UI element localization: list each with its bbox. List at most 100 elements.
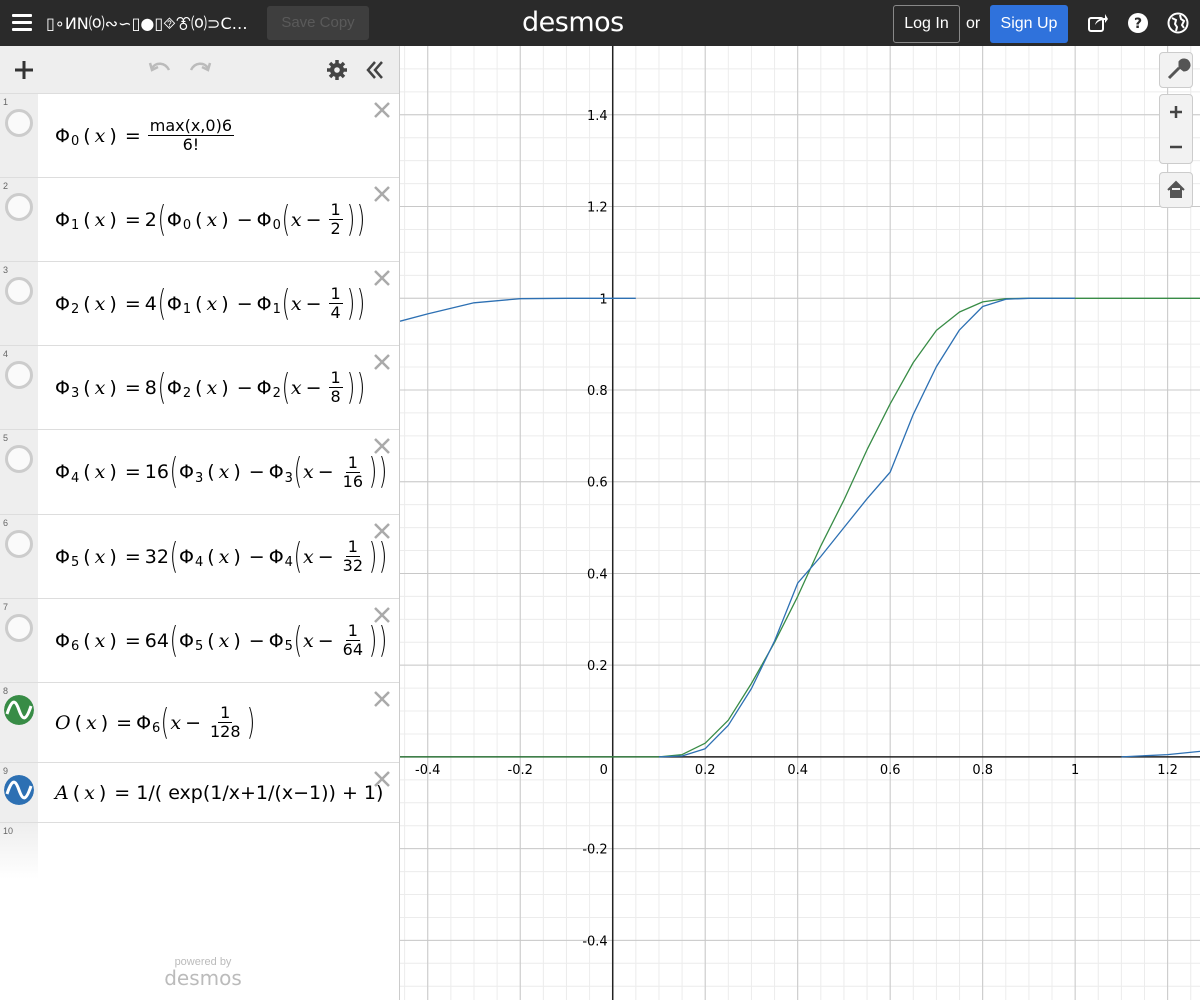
- graph-title[interactable]: ▯∘ИN⒪∾∽▯●▯⯑⯔⒪⊃C…: [46, 12, 256, 36]
- wrench-icon[interactable]: [1160, 53, 1192, 87]
- expression-number: 8: [3, 686, 9, 696]
- delete-expression-icon[interactable]: [373, 269, 391, 287]
- expression-row-6[interactable]: 6 Φ 5(x) = 32(Φ 4(x) − Φ 4(x −1 32)): [0, 515, 399, 599]
- svg-text:?: ?: [1134, 16, 1142, 32]
- graph-paper[interactable]: -0.4 -0.2 0 0.2 0.4 0.6 0.8 1 1.2 -0.4 -0.2 0.2 0.4 0…: [400, 46, 1200, 1000]
- top-bar: ▯∘ИN⒪∾∽▯●▯⯑⯔⒪⊃C… Save Copy desmos Log In…: [0, 0, 1200, 46]
- x-tick-label: 1: [1071, 763, 1079, 778]
- zoom-controls: [1159, 94, 1193, 164]
- expression-tab: 10: [0, 823, 38, 879]
- graph-canvas[interactable]: -0.4 -0.2 0 0.2 0.4 0.6 0.8 1 1.2 -0.4 -0.2 0.2 0.4 0…: [400, 46, 1200, 1000]
- visibility-toggle[interactable]: [5, 445, 33, 473]
- y-tick-label: 0.6: [587, 476, 608, 491]
- x-tick-label: -0.4: [415, 763, 440, 778]
- zoom-in-icon[interactable]: [1160, 95, 1192, 129]
- x-tick-label: 1.2: [1157, 763, 1178, 778]
- x-tick-label: 0.8: [972, 763, 993, 778]
- zoom-out-icon[interactable]: [1160, 130, 1192, 164]
- expression-tab: 1: [0, 94, 38, 177]
- collapse-panel-icon[interactable]: [363, 58, 387, 82]
- expression-math[interactable]: A(x) = 1/( exp(1/x+1/(x−1)) + 1): [55, 763, 383, 822]
- expression-row-1[interactable]: 1 Φ0 (x) = max(x,0)6 6!: [0, 94, 399, 178]
- expression-math[interactable]: Φ 1(x) = 2(Φ 0(x) − Φ 0(x −1 2)): [55, 178, 366, 261]
- y-tick-label: -0.4: [582, 934, 607, 949]
- y-tick-label: 0.4: [587, 567, 608, 582]
- expression-tab: 7: [0, 599, 38, 682]
- expression-tab: 6: [0, 515, 38, 598]
- expression-tab: 8: [0, 683, 38, 762]
- x-tick-label: 0.6: [880, 763, 901, 778]
- x-tick-label: -0.2: [508, 763, 533, 778]
- expression-number: 3: [3, 265, 9, 275]
- expression-row-5[interactable]: 5 Φ 4(x) = 16(Φ 3(x) − Φ 3(x −1 16)): [0, 430, 399, 515]
- expression-row-7[interactable]: 7 Φ 6(x) = 64(Φ 5(x) − Φ 5(x −1 64)): [0, 599, 399, 683]
- expression-number: 7: [3, 602, 9, 612]
- powered-by-desmos[interactable]: powered by desmos: [158, 956, 248, 988]
- expression-number: 5: [3, 433, 9, 443]
- delete-expression-icon[interactable]: [373, 353, 391, 371]
- expression-number: 1: [3, 97, 9, 107]
- visibility-toggle[interactable]: [5, 530, 33, 558]
- graph-settings: [1159, 52, 1193, 88]
- expression-math[interactable]: Φ0 (x) = max(x,0)6 6!: [55, 94, 237, 177]
- expression-row-3[interactable]: 3 Φ 2(x) = 4(Φ 1(x) − Φ 1(x −1 4)): [0, 262, 399, 346]
- gear-icon[interactable]: [325, 58, 349, 82]
- expression-row-8[interactable]: 8 O(x) = Φ 6(x −1 128): [0, 683, 399, 763]
- visibility-toggle[interactable]: [5, 361, 33, 389]
- visibility-toggle[interactable]: [5, 109, 33, 137]
- expression-math[interactable]: Φ 5(x) = 32(Φ 4(x) − Φ 4(x −1 32)): [55, 515, 388, 598]
- delete-expression-icon[interactable]: [373, 606, 391, 624]
- y-tick-label: 1.2: [587, 201, 608, 216]
- share-icon[interactable]: [1087, 12, 1109, 34]
- expression-math[interactable]: Φ 6(x) = 64(Φ 5(x) − Φ 5(x −1 64)): [55, 599, 388, 682]
- expression-list: 1 Φ0 (x) = max(x,0)6 6! 2 Φ 1(x) = 2(Φ 0(x): [0, 94, 399, 879]
- menu-icon[interactable]: [12, 14, 32, 32]
- expression-number: 9: [3, 766, 9, 776]
- redo-icon[interactable]: [188, 58, 212, 82]
- expression-math[interactable]: Φ 2(x) = 4(Φ 1(x) − Φ 1(x −1 4)): [55, 262, 366, 345]
- y-tick-label: 1: [599, 292, 607, 307]
- globe-icon[interactable]: [1167, 12, 1189, 34]
- desmos-logo: desmos: [522, 7, 624, 38]
- expression-math[interactable]: Φ 4(x) = 16(Φ 3(x) − Φ 3(x −1 16)): [55, 430, 388, 514]
- y-tick-label: -0.2: [582, 843, 607, 858]
- visibility-toggle[interactable]: [5, 277, 33, 305]
- y-tick-label: 0.8: [587, 384, 608, 399]
- fraction: max(x,0)6 6!: [147, 116, 234, 154]
- expression-row-2[interactable]: 2 Φ 1(x) = 2(Φ 0(x) − Φ 0(x −1 2)): [0, 178, 399, 262]
- home-icon[interactable]: [1160, 173, 1192, 207]
- delete-expression-icon[interactable]: [373, 770, 391, 788]
- or-label: or: [966, 15, 981, 32]
- plus-icon[interactable]: [12, 58, 36, 82]
- expression-row-4[interactable]: 4 Φ 3(x) = 8(Φ 2(x) − Φ 2(x −1 8)): [0, 346, 399, 430]
- delete-expression-icon[interactable]: [373, 101, 391, 119]
- signup-button[interactable]: Sign Up: [990, 5, 1068, 43]
- home-control: [1159, 172, 1193, 208]
- undo-icon[interactable]: [148, 58, 172, 82]
- x-tick-label: 0: [600, 763, 608, 778]
- green-curve-toggle-icon[interactable]: [4, 695, 34, 725]
- visibility-toggle[interactable]: [5, 193, 33, 221]
- expression-number: 4: [3, 349, 9, 359]
- help-icon[interactable]: ?: [1127, 12, 1149, 34]
- expression-math[interactable]: O(x) = Φ 6(x −1 128): [55, 683, 256, 762]
- expression-tab: 5: [0, 430, 38, 514]
- login-button[interactable]: Log In: [893, 5, 960, 43]
- expression-row-9[interactable]: 9 A(x) = 1/( exp(1/x+1/(x−1)) + 1): [0, 763, 399, 823]
- blue-curve-toggle-icon[interactable]: [4, 775, 34, 805]
- expression-tab: 9: [0, 763, 38, 822]
- expression-row-10-empty[interactable]: 10: [0, 823, 399, 879]
- expression-number: 6: [3, 518, 9, 528]
- visibility-toggle[interactable]: [5, 614, 33, 642]
- expression-panel: 1 Φ0 (x) = max(x,0)6 6! 2 Φ 1(x) = 2(Φ 0(x): [0, 46, 400, 1000]
- save-copy-button[interactable]: Save Copy: [267, 6, 369, 40]
- expression-tab: 2: [0, 178, 38, 261]
- expression-number: 10: [3, 826, 14, 836]
- delete-expression-icon[interactable]: [373, 437, 391, 455]
- delete-expression-icon[interactable]: [373, 185, 391, 203]
- expression-math[interactable]: Φ 3(x) = 8(Φ 2(x) − Φ 2(x −1 8)): [55, 346, 366, 429]
- expression-tab: 3: [0, 262, 38, 345]
- delete-expression-icon[interactable]: [373, 690, 391, 708]
- delete-expression-icon[interactable]: [373, 522, 391, 540]
- y-tick-label: 1.4: [587, 109, 608, 124]
